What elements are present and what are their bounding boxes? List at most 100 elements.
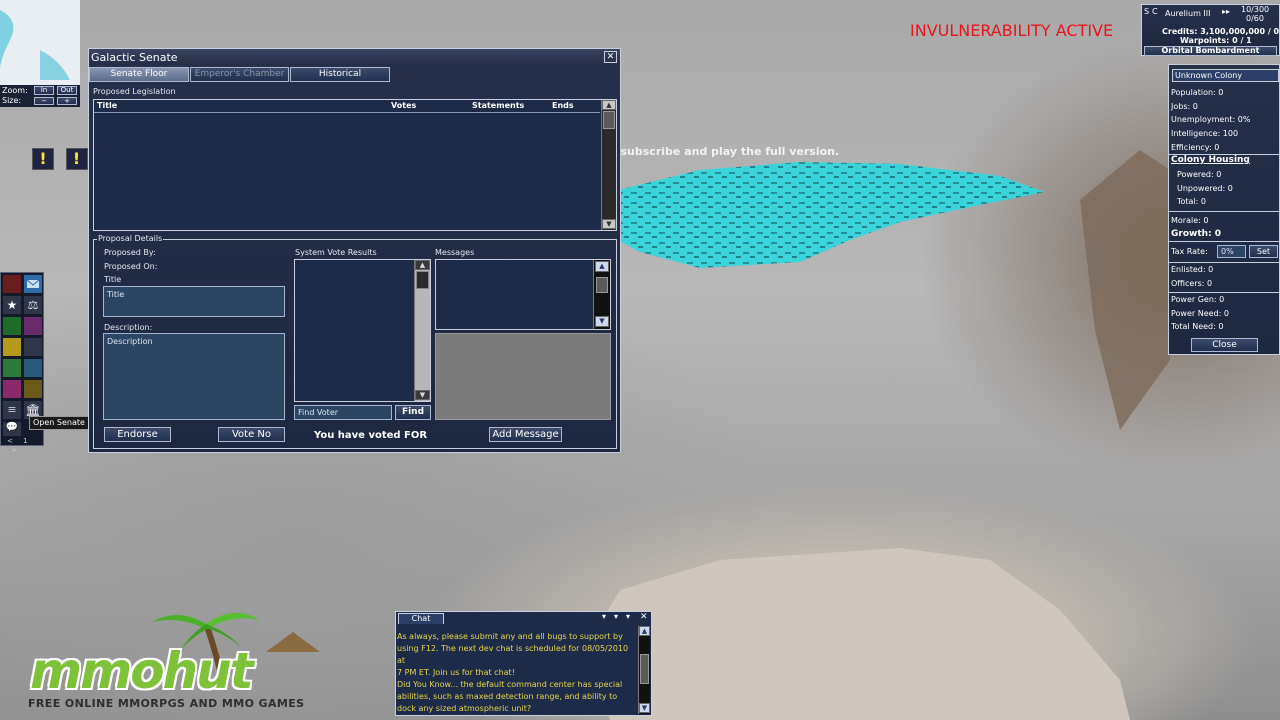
senate-titlebar: Galactic Senate ✕	[89, 49, 620, 65]
system-header-panel: S C Aurelium III ▸▸ 10/300 0/60 Credits:…	[1141, 4, 1280, 56]
scroll-up-icon[interactable]: ▲	[415, 260, 430, 270]
chat-line: Did You Know... the default command cent…	[397, 680, 623, 689]
legislation-scrollbar[interactable]: ▲ ▼	[601, 100, 616, 230]
bars-icon[interactable]	[24, 317, 42, 335]
unpowered-stat: Unpowered: 0	[1177, 183, 1233, 193]
tab-emperors-chamber[interactable]: Emperor's Chamber	[190, 67, 289, 82]
scroll-up-icon[interactable]: ▲	[602, 100, 616, 110]
combat-icon[interactable]	[3, 275, 21, 293]
scroll-up-icon[interactable]: ▲	[639, 626, 650, 636]
title-label: Title	[104, 275, 122, 284]
chat-resize-icon[interactable]: ▾	[614, 612, 618, 621]
system-prefix[interactable]: S	[1144, 7, 1149, 16]
gold-icon[interactable]	[3, 338, 21, 356]
title-field[interactable]: Title	[103, 286, 285, 317]
chat-bubble-icon[interactable]: 💬	[3, 422, 21, 436]
colony-close-button[interactable]: Close	[1191, 338, 1258, 352]
warpoints-readout: Warpoints: 0 / 1	[1180, 36, 1252, 45]
tax-rate-label: Tax Rate:	[1171, 247, 1208, 256]
legislation-list[interactable]: Title Votes Statements Ends ▲ ▼	[93, 99, 617, 231]
find-button[interactable]: Find	[395, 405, 431, 420]
mail-icon[interactable]	[24, 275, 42, 293]
chat-minimize-icon[interactable]: ▾	[626, 612, 630, 621]
growth-stat: Growth: 0	[1171, 229, 1222, 239]
page-prev-button[interactable]: <	[7, 437, 13, 445]
size-minus-button[interactable]: −	[34, 97, 54, 105]
tax-set-button[interactable]: Set	[1249, 245, 1278, 258]
scroll-down-icon[interactable]: ▼	[639, 703, 650, 713]
messages-scrollbar[interactable]: ▲ ▼	[593, 260, 610, 329]
intelligence-stat: Intelligence: 100	[1171, 129, 1239, 139]
brand-wordmark: mmohut	[30, 642, 254, 700]
divider	[1169, 211, 1279, 212]
col-title: Title	[97, 101, 118, 110]
col-ends: Ends	[552, 101, 574, 110]
system-prefix-2[interactable]: C	[1152, 7, 1158, 16]
credits-readout: Credits: 3,100,000,000 / 0	[1162, 27, 1280, 36]
scroll-down-icon[interactable]: ▼	[602, 219, 616, 229]
chat-titlebar: Chat ▾ ▾ ▾ ✕	[396, 612, 651, 624]
chat-scrollbar[interactable]: ▲ ▼	[638, 626, 650, 714]
watermark-logo: mmohut FREE ONLINE MMORPGS AND MMO GAMES	[28, 602, 348, 714]
people-icon[interactable]	[24, 380, 42, 398]
alert-icon[interactable]: !	[32, 148, 54, 170]
scroll-down-icon[interactable]: ▼	[595, 316, 609, 327]
scroll-thumb[interactable]	[603, 111, 615, 129]
message-compose-area[interactable]	[435, 333, 611, 420]
tab-historical[interactable]: Historical	[290, 67, 390, 82]
col-votes: Votes	[391, 101, 417, 110]
voted-status: You have voted FOR	[314, 430, 428, 441]
chat-tab[interactable]: Chat	[398, 613, 444, 624]
military-stats: Enlisted: 0 Officers: 0	[1171, 263, 1213, 290]
cyan-water-pool	[618, 162, 1045, 268]
system-vote-results-label: System Vote Results	[295, 248, 377, 257]
tax-rate-input[interactable]: 0%	[1217, 245, 1246, 258]
star-icon[interactable]: ★	[3, 296, 21, 314]
close-icon[interactable]: ✕	[640, 612, 648, 622]
chat-line: 7 PM ET. Join us for that chat!	[397, 668, 515, 677]
proposed-by-label: Proposed By:	[104, 248, 156, 257]
system-nav-icon[interactable]: ▸▸	[1222, 7, 1230, 16]
network-icon[interactable]	[24, 359, 42, 377]
orbital-bombardment-button[interactable]: Orbital Bombardment	[1144, 46, 1277, 56]
find-voter-input[interactable]: Find Voter	[294, 405, 392, 420]
scroll-up-icon[interactable]: ▲	[595, 261, 609, 272]
tab-senate-floor[interactable]: Senate Floor	[89, 67, 189, 82]
zoom-in-button[interactable]: In	[34, 86, 54, 95]
scroll-thumb[interactable]	[640, 654, 649, 684]
messages-list[interactable]: ▲ ▼	[435, 259, 611, 330]
scroll-thumb[interactable]	[596, 277, 608, 293]
chat-dropdown-icon[interactable]: ▾	[602, 612, 606, 621]
colony-name-field[interactable]: Unknown Colony	[1172, 69, 1279, 82]
size-plus-button[interactable]: +	[57, 97, 77, 105]
list-icon[interactable]: ≡	[3, 401, 21, 419]
vote-no-button[interactable]: Vote No	[218, 427, 285, 442]
rock-formation	[590, 548, 1130, 720]
vote-results-scrollbar[interactable]: ▲ ▼	[414, 260, 430, 401]
senate-title: Galactic Senate	[91, 51, 178, 64]
zoom-out-button[interactable]: Out	[57, 86, 77, 95]
enlisted-stat: Enlisted: 0	[1171, 265, 1214, 274]
ship-icon[interactable]	[24, 338, 42, 356]
description-field[interactable]: Description	[103, 333, 285, 420]
scales-icon[interactable]: ⚖	[24, 296, 42, 314]
flask-icon[interactable]	[3, 380, 21, 398]
alert-icon[interactable]: !	[65, 148, 88, 170]
close-icon[interactable]: ✕	[604, 51, 617, 63]
scroll-thumb[interactable]	[416, 271, 429, 289]
add-message-button[interactable]: Add Message	[489, 427, 562, 442]
research-icon[interactable]	[3, 359, 21, 377]
description-label: Description:	[104, 323, 153, 332]
planet-icon[interactable]	[3, 317, 21, 335]
page-next-button[interactable]: >	[11, 446, 17, 454]
legislation-header: Title Votes Statements Ends	[94, 100, 600, 113]
unemployment-stat: Unemployment: 0%	[1171, 115, 1251, 125]
proposal-details-group: Proposal Details Proposed By: Proposed O…	[93, 234, 617, 449]
chat-line: As always, please submit any and all bug…	[397, 632, 623, 641]
brand-tagline: FREE ONLINE MMORPGS AND MMO GAMES	[28, 697, 305, 710]
total-stat: Total: 0	[1177, 197, 1207, 207]
scroll-down-icon[interactable]: ▼	[415, 390, 430, 400]
endorse-button[interactable]: Endorse	[104, 427, 171, 442]
counts-bottom: 0/60	[1246, 14, 1264, 23]
vote-results-list[interactable]: ▲ ▼	[294, 259, 431, 402]
